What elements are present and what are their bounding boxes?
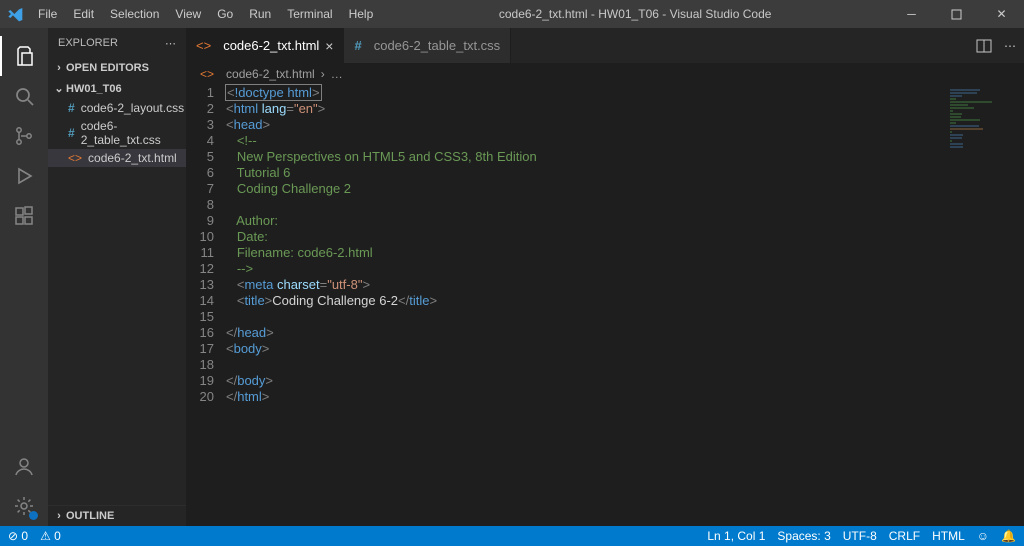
code-line[interactable]: --> xyxy=(226,261,1024,277)
status-item[interactable]: UTF-8 xyxy=(843,529,877,543)
code-line[interactable]: Date: xyxy=(226,229,1024,245)
tab-label: code6-2_table_txt.css xyxy=(374,38,500,53)
status-item[interactable]: CRLF xyxy=(889,529,920,543)
code-line[interactable]: <title>Coding Challenge 6-2</title> xyxy=(226,293,1024,309)
maximize-button[interactable] xyxy=(934,0,979,28)
code-line[interactable]: Author: xyxy=(226,213,1024,229)
code-line[interactable]: Coding Challenge 2 xyxy=(226,181,1024,197)
menu-selection[interactable]: Selection xyxy=(102,1,167,27)
code-line[interactable] xyxy=(226,197,1024,213)
tab-label: code6-2_txt.html xyxy=(223,38,319,53)
code-line[interactable]: <head> xyxy=(226,117,1024,133)
code-line[interactable]: Filename: code6-2.html xyxy=(226,245,1024,261)
code-line[interactable]: <!-- xyxy=(226,133,1024,149)
status-item[interactable]: Ln 1, Col 1 xyxy=(707,529,765,543)
close-button[interactable]: ✕ xyxy=(979,0,1024,28)
extensions-icon[interactable] xyxy=(0,196,48,236)
file-name: code6-2_txt.html xyxy=(88,151,177,165)
code-line[interactable]: <body> xyxy=(226,341,1024,357)
title-bar: FileEditSelectionViewGoRunTerminalHelp c… xyxy=(0,0,1024,28)
menu-help[interactable]: Help xyxy=(341,1,382,27)
status-bar: ⊘ 0 ⚠ 0 Ln 1, Col 1 Spaces: 3 UTF-8 CRLF HTML… xyxy=(0,526,1024,546)
code-line[interactable] xyxy=(226,357,1024,373)
feedback-icon[interactable]: ☺ xyxy=(977,529,989,543)
code-line[interactable]: <meta charset="utf-8"> xyxy=(226,277,1024,293)
file-item[interactable]: # code6-2_layout.css xyxy=(48,99,186,117)
file-item[interactable]: # code6-2_table_txt.css xyxy=(48,117,186,149)
code-lines[interactable]: <!doctype html><html lang="en"><head> <!… xyxy=(226,85,1024,405)
explorer-icon[interactable] xyxy=(0,36,48,76)
more-icon[interactable]: ⋯ xyxy=(165,37,176,50)
code-editor[interactable]: 1234567891011121314151617181920 <!doctyp… xyxy=(186,85,1024,405)
menu-view[interactable]: View xyxy=(167,1,209,27)
sidebar: EXPLORER ⋯ ›OPEN EDITORS ⌄HW01_T06 # code… xyxy=(48,28,186,526)
html-file-icon: <> xyxy=(68,151,82,165)
activity-bar xyxy=(0,28,48,526)
account-icon[interactable] xyxy=(0,446,48,486)
css-file-icon: # xyxy=(68,126,75,140)
sidebar-header: EXPLORER ⋯ xyxy=(48,28,186,58)
minimap[interactable] xyxy=(950,88,1010,158)
editor-tabs: <> code6-2_txt.html × # code6-2_table_txt.cs… xyxy=(186,28,1024,63)
menu-terminal[interactable]: Terminal xyxy=(279,1,340,27)
vscode-icon xyxy=(0,0,30,28)
code-line[interactable]: </head> xyxy=(226,325,1024,341)
status-item[interactable]: HTML xyxy=(932,529,965,543)
window-controls: ─ ✕ xyxy=(889,0,1024,28)
breadcrumb[interactable]: <> code6-2_txt.html › … xyxy=(186,63,1024,85)
menu-bar: FileEditSelectionViewGoRunTerminalHelp xyxy=(30,1,381,27)
menu-edit[interactable]: Edit xyxy=(65,1,102,27)
css-file-icon: # xyxy=(354,38,361,53)
menu-file[interactable]: File xyxy=(30,1,65,27)
file-name: code6-2_layout.css xyxy=(81,101,184,115)
code-line[interactable]: Tutorial 6 xyxy=(226,165,1024,181)
editor-tab[interactable]: # code6-2_table_txt.css xyxy=(344,28,511,63)
source-control-icon[interactable] xyxy=(0,116,48,156)
menu-go[interactable]: Go xyxy=(209,1,241,27)
code-line[interactable]: </html> xyxy=(226,389,1024,405)
run-debug-icon[interactable] xyxy=(0,156,48,196)
code-line[interactable]: <html lang="en"> xyxy=(226,101,1024,117)
html-file-icon: <> xyxy=(200,67,214,81)
editor-tab[interactable]: <> code6-2_txt.html × xyxy=(186,28,344,63)
bell-icon[interactable]: 🔔 xyxy=(1001,529,1016,543)
html-file-icon: <> xyxy=(196,38,211,53)
editor-more-icon[interactable]: ⋯ xyxy=(1004,39,1016,53)
outline-section[interactable]: ›OUTLINE xyxy=(48,505,186,526)
code-line[interactable]: <!doctype html> xyxy=(226,85,1024,101)
file-item[interactable]: <> code6-2_txt.html xyxy=(48,149,186,167)
line-gutter: 1234567891011121314151617181920 xyxy=(186,85,226,405)
css-file-icon: # xyxy=(68,101,75,115)
code-line[interactable] xyxy=(226,309,1024,325)
split-editor-icon[interactable] xyxy=(976,38,992,54)
code-line[interactable]: New Perspectives on HTML5 and CSS3, 8th … xyxy=(226,149,1024,165)
status-item[interactable]: Spaces: 3 xyxy=(777,529,830,543)
search-icon[interactable] xyxy=(0,76,48,116)
settings-gear-icon[interactable] xyxy=(0,486,48,526)
project-section[interactable]: ⌄HW01_T06 xyxy=(48,78,186,99)
open-editors-section[interactable]: ›OPEN EDITORS xyxy=(48,58,186,78)
editor-area: <> code6-2_txt.html × # code6-2_table_txt.cs… xyxy=(186,28,1024,526)
code-line[interactable]: </body> xyxy=(226,373,1024,389)
status-item[interactable]: ⚠ 0 xyxy=(40,529,61,543)
file-name: code6-2_table_txt.css xyxy=(81,119,186,147)
close-tab-icon[interactable]: × xyxy=(325,38,333,54)
window-title: code6-2_txt.html - HW01_T06 - Visual Stu… xyxy=(381,7,889,21)
status-item[interactable]: ⊘ 0 xyxy=(8,529,28,543)
minimize-button[interactable]: ─ xyxy=(889,0,934,28)
sidebar-title: EXPLORER xyxy=(58,37,118,49)
menu-run[interactable]: Run xyxy=(241,1,279,27)
